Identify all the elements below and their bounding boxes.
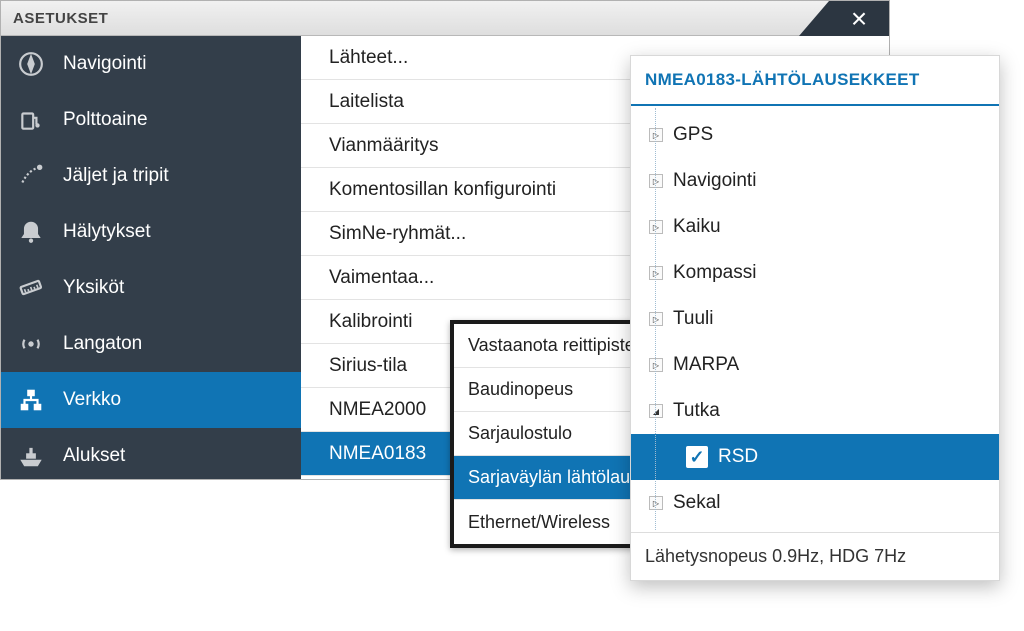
sidebar-item-wireless[interactable]: Langaton [1,316,301,372]
tree-label: Kaiku [673,216,721,238]
submenu-label: Ethernet/Wireless [468,512,610,533]
sidebar-item-units[interactable]: Yksiköt [1,260,301,316]
sidebar-item-label: Yksiköt [63,277,124,299]
submenu-label: Vastaanota reittipiste [468,335,635,356]
main-item-label: NMEA0183 [329,443,426,465]
output-footer: Lähetysnopeus 0.9Hz, HDG 7Hz [631,532,999,580]
sidebar-item-label: Polttoaine [63,109,148,131]
sidebar-item-navigation[interactable]: Navigointi [1,36,301,92]
output-sentences-title: NMEA0183-LÄHTÖLAUSEKKEET [631,56,999,106]
tree-node-misc[interactable]: Sekal [631,480,999,526]
main-item-label: Laitelista [329,91,404,113]
main-item-label: Komentosillan konfigurointi [329,179,556,201]
tree-node-gps[interactable]: GPS [631,112,999,158]
main-item-label: SimNe-ryhmät... [329,223,466,245]
chevron-right-icon [649,128,663,142]
output-tree: GPS Navigointi Kaiku Kompassi Tuuli MARP… [631,106,999,532]
sidebar-item-tracks[interactable]: Jäljet ja tripit [1,148,301,204]
tree-node-wind[interactable]: Tuuli [631,296,999,342]
checkbox-checked-icon[interactable] [686,446,708,468]
close-button[interactable] [829,1,889,36]
sidebar-item-label: Langaton [63,333,142,355]
tree-label: Tutka [673,400,720,422]
sidebar: Navigointi Polttoaine Jäljet ja tripit H… [1,36,301,479]
tree-label: GPS [673,124,713,146]
sidebar-item-label: Alukset [63,445,125,467]
fuel-icon [17,106,45,134]
sidebar-item-label: Navigointi [63,53,146,75]
header-title: ASETUKSET [13,10,108,27]
header-bar: ASETUKSET [1,1,889,36]
sidebar-item-label: Verkko [63,389,121,411]
chevron-down-icon [649,404,663,418]
tree-label: Sekal [673,492,721,514]
chevron-right-icon [649,220,663,234]
chevron-right-icon [649,312,663,326]
sidebar-item-alarms[interactable]: Hälytykset [1,204,301,260]
tree-node-echo[interactable]: Kaiku [631,204,999,250]
tracks-icon [17,162,45,190]
output-sentences-panel: NMEA0183-LÄHTÖLAUSEKKEET GPS Navigointi … [630,55,1000,581]
tree-node-marpa[interactable]: MARPA [631,342,999,388]
main-item-label: Lähteet... [329,47,408,69]
vessels-icon [17,442,45,470]
tree-node-radar[interactable]: Tutka [631,388,999,434]
sidebar-item-label: Jäljet ja tripit [63,165,169,187]
tree-label: Navigointi [673,170,756,192]
main-item-label: Vianmääritys [329,135,438,157]
main-item-label: Kalibrointi [329,311,412,333]
tree-label: Kompassi [673,262,756,284]
sidebar-item-fuel[interactable]: Polttoaine [1,92,301,148]
wireless-icon [17,330,45,358]
chevron-right-icon [649,496,663,510]
alarm-icon [17,218,45,246]
tree-leaf-rsd[interactable]: RSD [631,434,999,480]
network-icon [17,386,45,414]
tree-node-navigation[interactable]: Navigointi [631,158,999,204]
main-item-label: Vaimentaa... [329,267,434,289]
submenu-label: Baudinopeus [468,379,573,400]
tree-label: Tuuli [673,308,713,330]
sidebar-item-vessels[interactable]: Alukset [1,428,301,479]
sidebar-item-network[interactable]: Verkko [1,372,301,428]
sidebar-item-label: Hälytykset [63,221,151,243]
chevron-right-icon [649,174,663,188]
tree-label: MARPA [673,354,739,376]
compass-icon [17,50,45,78]
submenu-label: Sarjaulostulo [468,423,572,444]
main-item-label: NMEA2000 [329,399,426,421]
units-icon [17,274,45,302]
tree-node-compass[interactable]: Kompassi [631,250,999,296]
tree-leaf-label: RSD [718,446,758,468]
chevron-right-icon [649,266,663,280]
main-item-label: Sirius-tila [329,355,407,377]
chevron-right-icon [649,358,663,372]
